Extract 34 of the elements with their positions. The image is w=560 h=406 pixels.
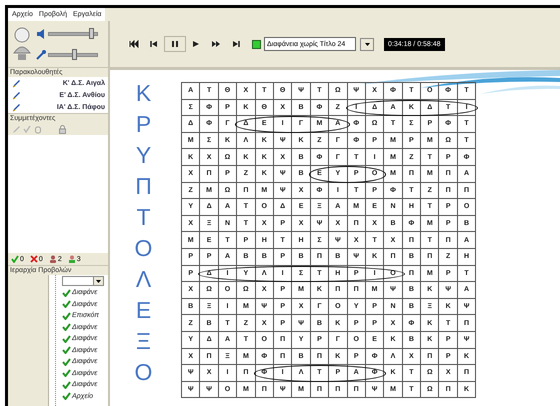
pause-icon[interactable] — [170, 40, 180, 48]
caret-icon — [364, 42, 370, 46]
check-icon[interactable] — [62, 312, 71, 320]
person-icon — [48, 255, 57, 263]
dropdown-button[interactable] — [360, 38, 374, 50]
check-icon[interactable] — [62, 300, 71, 308]
skip-back-icon[interactable] — [129, 40, 139, 48]
puzzle-title: ΚΡΥΠΤΟΛΕΞΟ — [134, 79, 154, 387]
check-icon[interactable] — [62, 392, 71, 400]
pencil-icon — [12, 78, 20, 88]
person-icon — [12, 27, 32, 61]
skip-forward-icon[interactable] — [231, 40, 241, 48]
pencil-icon — [12, 102, 20, 112]
microphone-icon — [36, 50, 46, 60]
person-icon — [68, 255, 76, 263]
check-icon[interactable] — [62, 334, 71, 343]
cross-icon — [30, 255, 38, 263]
fast-forward-icon[interactable] — [211, 40, 221, 48]
step-back-icon[interactable] — [149, 40, 159, 48]
dropdown[interactable] — [62, 276, 104, 286]
check-icon — [11, 255, 19, 263]
lock-icon[interactable] — [59, 124, 66, 134]
check-icon[interactable] — [62, 288, 71, 297]
play-icon[interactable] — [191, 40, 201, 48]
status-light — [252, 40, 261, 48]
check-icon[interactable] — [62, 358, 71, 366]
check-icon[interactable] — [62, 380, 71, 389]
check-icon[interactable] — [62, 369, 71, 378]
pencil-icon — [12, 90, 20, 100]
check-icon[interactable] — [62, 346, 71, 354]
check-icon[interactable] — [23, 125, 31, 133]
caret-icon — [96, 280, 101, 282]
check-icon[interactable] — [62, 323, 71, 332]
speaker-icon — [36, 28, 46, 38]
